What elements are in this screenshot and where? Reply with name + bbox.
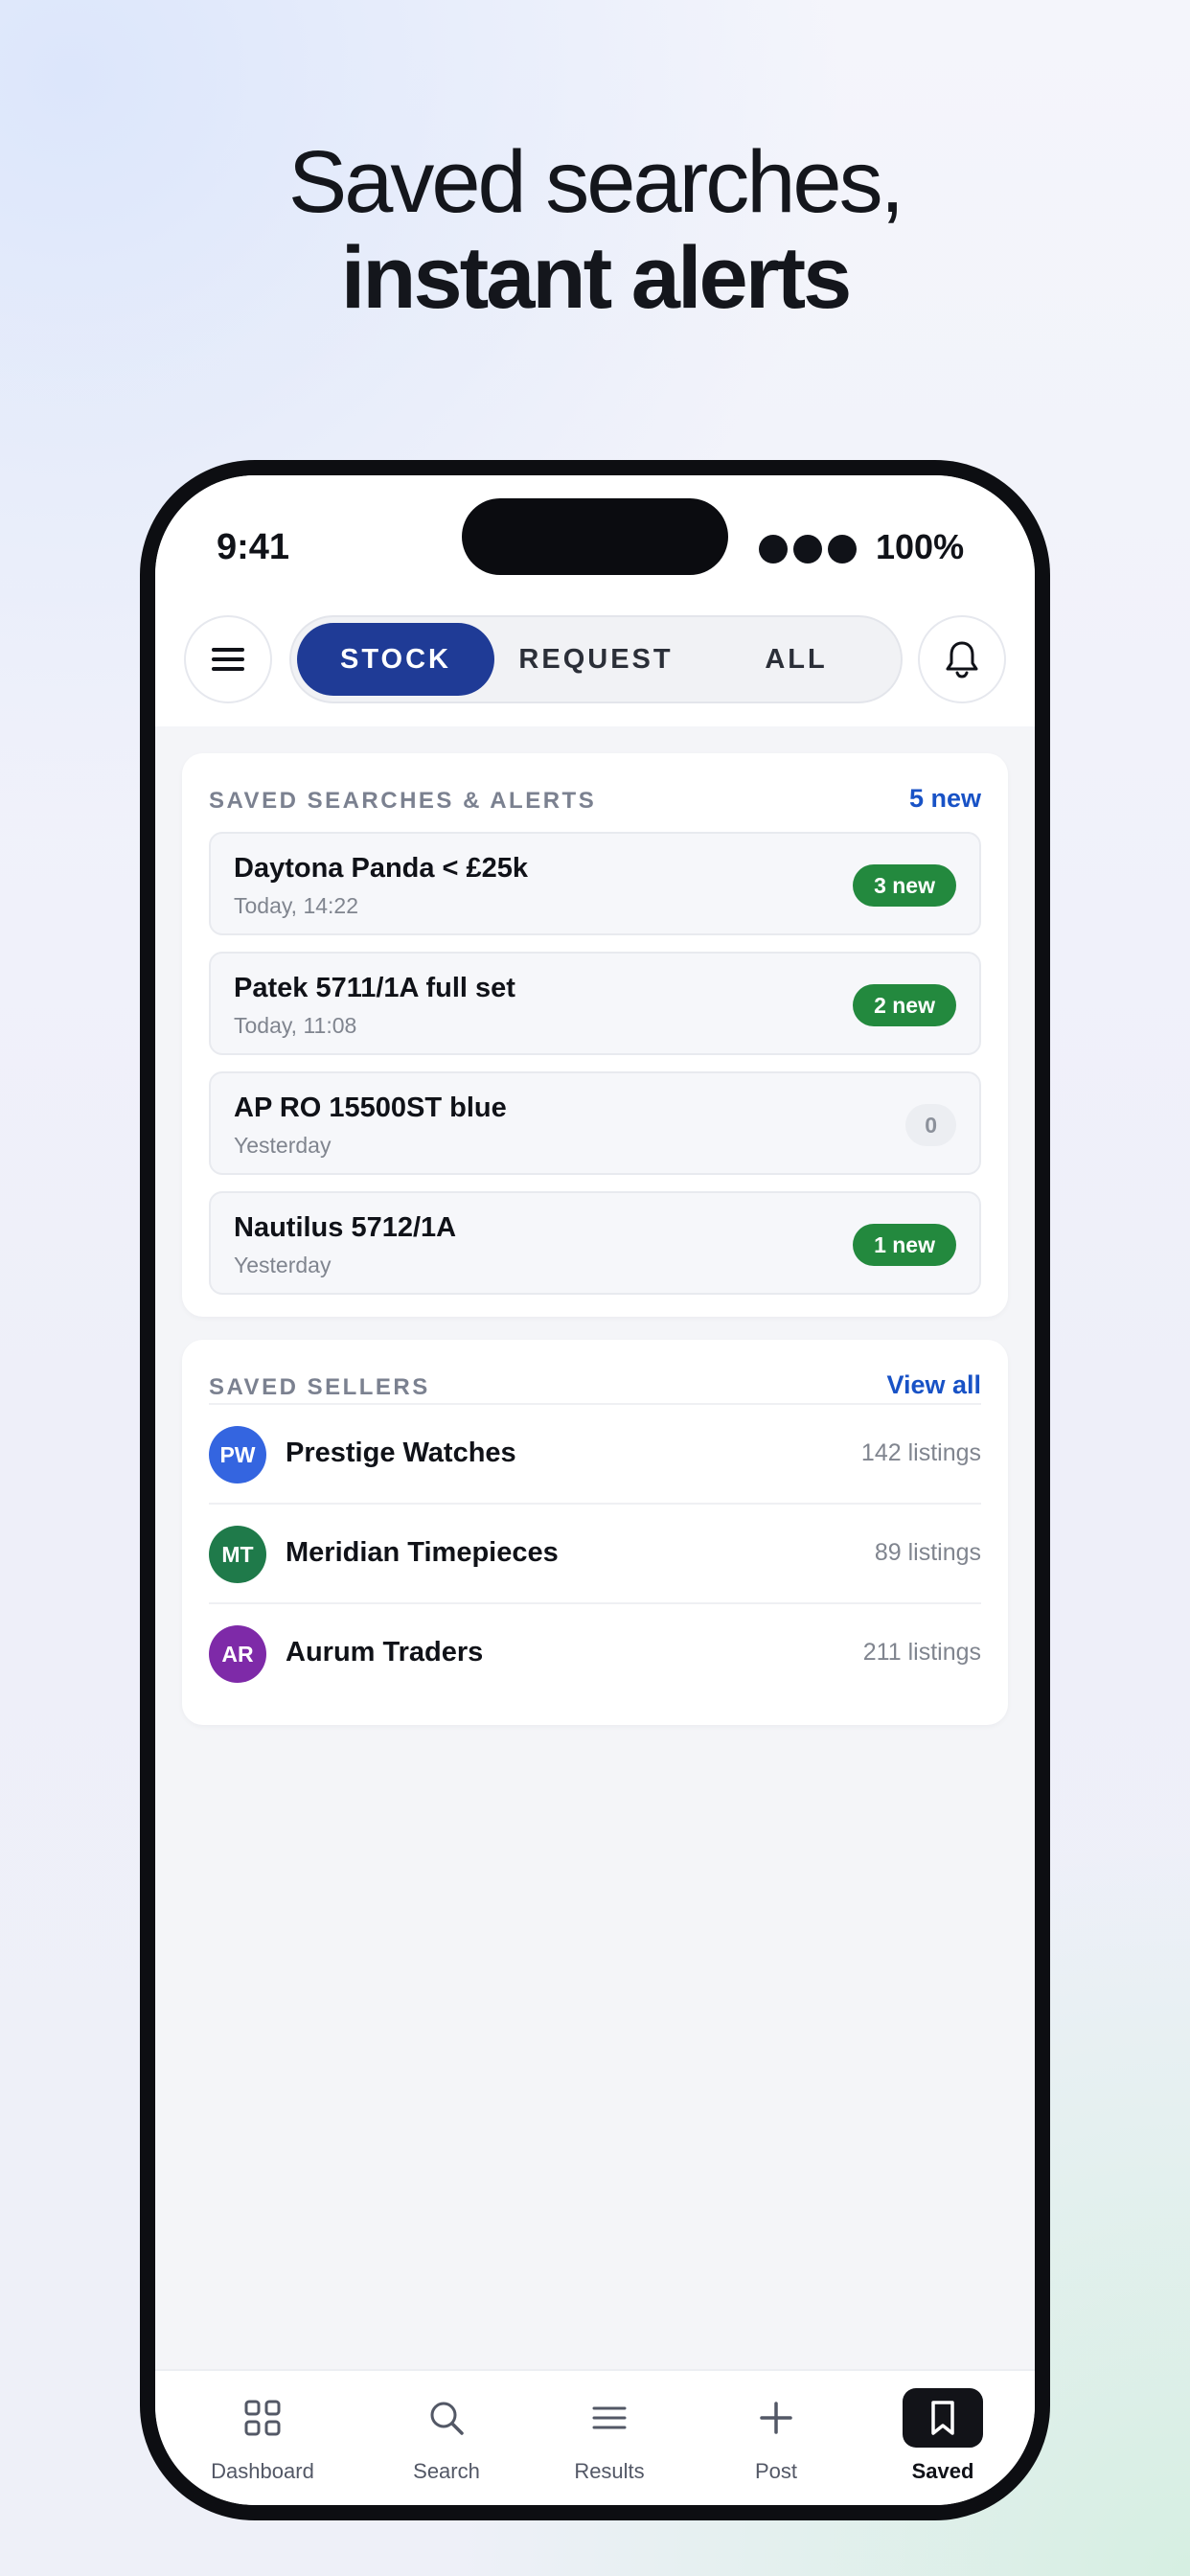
signal-icon <box>759 535 857 564</box>
new-count-badge: 3 new <box>853 864 956 907</box>
bookmark-icon <box>903 2388 983 2448</box>
notifications-button[interactable] <box>918 615 1006 703</box>
tab-dashboard[interactable]: Dashboard <box>194 2371 332 2505</box>
listing-count: 89 listings <box>874 1539 981 1566</box>
list-icon <box>569 2388 650 2448</box>
saved-search-item[interactable]: Nautilus 5712/1A Yesterday 1 new <box>209 1191 981 1295</box>
dynamic-island <box>462 498 728 575</box>
phone-screen: 9:41 100% STOCK REQUEST ALL SAVED SEARCH… <box>155 475 1035 2505</box>
saved-search-time: Today, 11:08 <box>234 1013 357 1038</box>
search-icon <box>406 2388 487 2448</box>
seller-name: Aurum Traders <box>286 1637 484 1668</box>
status-time: 9:41 <box>217 527 290 567</box>
saved-search-title: AP RO 15500ST blue <box>234 1092 507 1123</box>
hamburger-icon <box>212 648 244 671</box>
tab-label: Dashboard <box>211 2459 314 2483</box>
view-all-link[interactable]: View all <box>886 1370 981 1400</box>
bottom-tab-bar: Dashboard Search Results Post Saved <box>155 2369 1035 2505</box>
tab-label: Post <box>754 2459 798 2483</box>
menu-button[interactable] <box>184 615 272 703</box>
seller-name: Meridian Timepieces <box>286 1537 559 1568</box>
seller-row[interactable]: PW Prestige Watches 142 listings <box>209 1403 981 1505</box>
saved-search-item[interactable]: Daytona Panda < £25k Today, 14:22 3 new <box>209 832 981 935</box>
saved-sellers-card: SAVED SELLERS View all PW Prestige Watch… <box>182 1340 1008 1725</box>
saved-search-title: Daytona Panda < £25k <box>234 853 529 884</box>
saved-search-title: Patek 5711/1A full set <box>234 973 515 1003</box>
new-count-badge: 0 <box>905 1104 956 1146</box>
new-count-badge: 1 new <box>853 1224 956 1266</box>
listing-count: 142 listings <box>860 1439 981 1466</box>
phone-frame: 9:41 100% STOCK REQUEST ALL SAVED SEARCH… <box>140 460 1050 2520</box>
saved-search-title: Nautilus 5712/1A <box>234 1212 457 1243</box>
battery-level: 100% <box>876 527 965 566</box>
saved-searches-title: SAVED SEARCHES & ALERTS <box>209 788 597 814</box>
tab-results[interactable]: Results <box>540 2371 678 2505</box>
avatar: AR <box>209 1625 266 1683</box>
avatar: PW <box>209 1426 266 1484</box>
plus-icon <box>736 2388 816 2448</box>
saved-search-time: Yesterday <box>234 1133 332 1158</box>
saved-search-time: Today, 14:22 <box>234 893 359 918</box>
listing-count: 211 listings <box>862 1639 981 1666</box>
segment-control: STOCK REQUEST ALL <box>289 615 903 703</box>
saved-searches-card: SAVED SEARCHES & ALERTS 5 new Daytona Pa… <box>182 753 1008 1317</box>
app-header: 9:41 100% STOCK REQUEST ALL <box>155 475 1035 726</box>
seller-row[interactable]: AR Aurum Traders 211 listings <box>209 1602 981 1704</box>
seller-name: Prestige Watches <box>286 1438 516 1468</box>
saved-sellers-title: SAVED SELLERS <box>209 1374 430 1400</box>
bell-icon <box>946 641 978 678</box>
grid-icon <box>222 2388 303 2448</box>
tab-label: Saved <box>911 2459 974 2483</box>
new-count-badge: 2 new <box>853 984 956 1026</box>
segment-all[interactable]: ALL <box>698 623 895 696</box>
segment-stock[interactable]: STOCK <box>297 623 494 696</box>
headline: Saved searches, instant alerts <box>0 134 1190 326</box>
new-alerts-link[interactable]: 5 new <box>909 784 981 814</box>
headline-line-2: instant alerts <box>340 229 853 327</box>
tab-label: Results <box>574 2459 645 2483</box>
saved-search-time: Yesterday <box>234 1253 332 1277</box>
tab-search[interactable]: Search <box>378 2371 515 2505</box>
seller-row[interactable]: MT Meridian Timepieces 89 listings <box>209 1503 981 1604</box>
segment-request[interactable]: REQUEST <box>494 623 698 696</box>
saved-search-item[interactable]: AP RO 15500ST blue Yesterday 0 <box>209 1071 981 1175</box>
tab-label: Search <box>413 2459 480 2483</box>
headline-line-1: Saved searches, <box>287 133 904 231</box>
avatar: MT <box>209 1526 266 1583</box>
tab-saved[interactable]: Saved <box>874 2371 1012 2505</box>
tab-post[interactable]: Post <box>707 2371 845 2505</box>
saved-search-item[interactable]: Patek 5711/1A full set Today, 11:08 2 ne… <box>209 952 981 1055</box>
